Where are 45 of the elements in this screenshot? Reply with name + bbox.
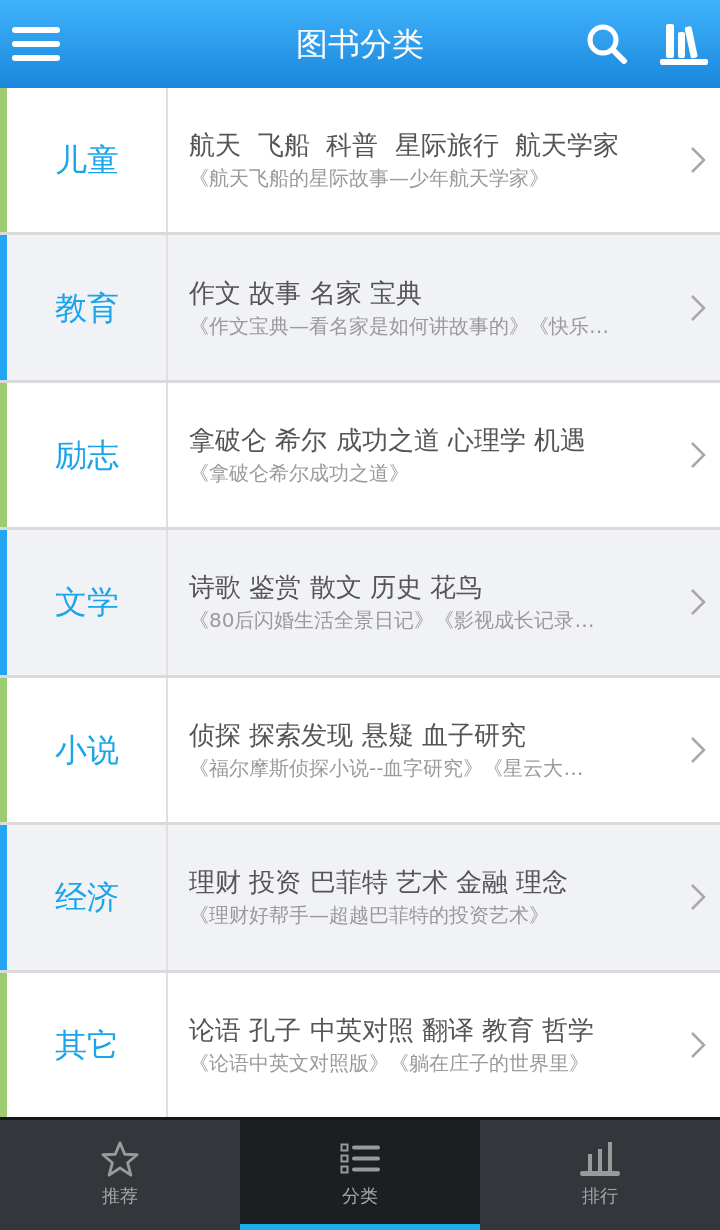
- chevron-right-icon: [690, 735, 706, 764]
- chevron-right-icon: [690, 293, 706, 322]
- nav-tab[interactable]: 排行: [480, 1120, 720, 1230]
- keyword-tags: 侦探 探索发现 悬疑 血子研究: [189, 717, 526, 752]
- category-row[interactable]: 经济 理财 投资 巴菲特 艺术 金融 理念 《理财好帮手—超越巴菲特的投资艺术》: [0, 825, 720, 970]
- chevron-right-icon: [690, 1030, 706, 1059]
- category-row[interactable]: 儿童 航天 飞船 科普 星际旅行 航天学家 《航天飞船的星际故事—少年航天学家》: [0, 88, 720, 233]
- chevron-right-icon: [690, 883, 706, 912]
- nav-tab[interactable]: 推荐: [0, 1120, 240, 1230]
- chevron-right-icon: [690, 146, 706, 175]
- category-name: 教育: [54, 287, 119, 328]
- category-name: 儿童: [54, 140, 119, 181]
- category-row[interactable]: 其它 论语 孔子 中英对照 翻译 教育 哲学 《论语中英文对照版》《躺在庄子的世界里》: [0, 972, 720, 1117]
- category-row[interactable]: 教育 作文 故事 名家 宝典 《作文宝典—看名家是如何讲故事的》《快乐…: [0, 235, 720, 380]
- category-name: 文学: [54, 582, 119, 623]
- bar-chart-icon: [580, 1141, 620, 1177]
- book-titles: 《80后闪婚生活全景日记》《影视成长记录…: [189, 607, 595, 635]
- page-title: 图书分类: [296, 24, 424, 64]
- keyword-tags: 论语 孔子 中英对照 翻译 教育 哲学: [189, 1012, 595, 1047]
- menu-icon[interactable]: [12, 26, 60, 62]
- keyword-tags: 诗歌 鉴赏 散文 历史 花鸟: [189, 570, 483, 605]
- category-name: 小说: [54, 729, 119, 770]
- chevron-right-icon: [690, 441, 706, 470]
- category-name: 经济: [54, 877, 119, 918]
- book-titles: 《航天飞船的星际故事—少年航天学家》: [189, 165, 549, 193]
- keyword-tags: 理财 投资 巴菲特 艺术 金融 理念: [189, 865, 569, 900]
- book-titles: 《作文宝典—看名家是如何讲故事的》《快乐…: [189, 312, 609, 340]
- keyword-tags: 作文 故事 名家 宝典: [189, 275, 422, 310]
- category-name: 励志: [54, 435, 119, 476]
- book-titles: 《拿破仑希尔成功之道》: [189, 460, 409, 488]
- keyword-tags: 航天 飞船 科普 星际旅行 航天学家: [189, 128, 620, 163]
- book-titles: 《福尔摩斯侦探小说--血字研究》《星云大…: [189, 754, 584, 782]
- star-icon: [100, 1141, 140, 1177]
- search-icon[interactable]: [586, 23, 628, 65]
- chevron-right-icon: [690, 588, 706, 617]
- category-row[interactable]: 文学 诗歌 鉴赏 散文 历史 花鸟 《80后闪婚生活全景日记》《影视成长记录…: [0, 530, 720, 675]
- book-titles: 《理财好帮手—超越巴菲特的投资艺术》: [189, 902, 549, 930]
- category-row[interactable]: 小说 侦探 探索发现 悬疑 血子研究 《福尔摩斯侦探小说--血字研究》《星云大…: [0, 677, 720, 823]
- bookshelf-icon[interactable]: [660, 22, 708, 66]
- keyword-tags: 拿破仑 希尔 成功之道 心理学 机遇: [189, 423, 587, 458]
- book-titles: 《论语中英文对照版》《躺在庄子的世界里》: [189, 1049, 589, 1077]
- nav-tab[interactable]: 分类: [240, 1120, 480, 1230]
- list-icon: [340, 1141, 380, 1177]
- category-name: 其它: [54, 1024, 119, 1065]
- category-row[interactable]: 励志 拿破仑 希尔 成功之道 心理学 机遇 《拿破仑希尔成功之道》: [0, 382, 720, 528]
